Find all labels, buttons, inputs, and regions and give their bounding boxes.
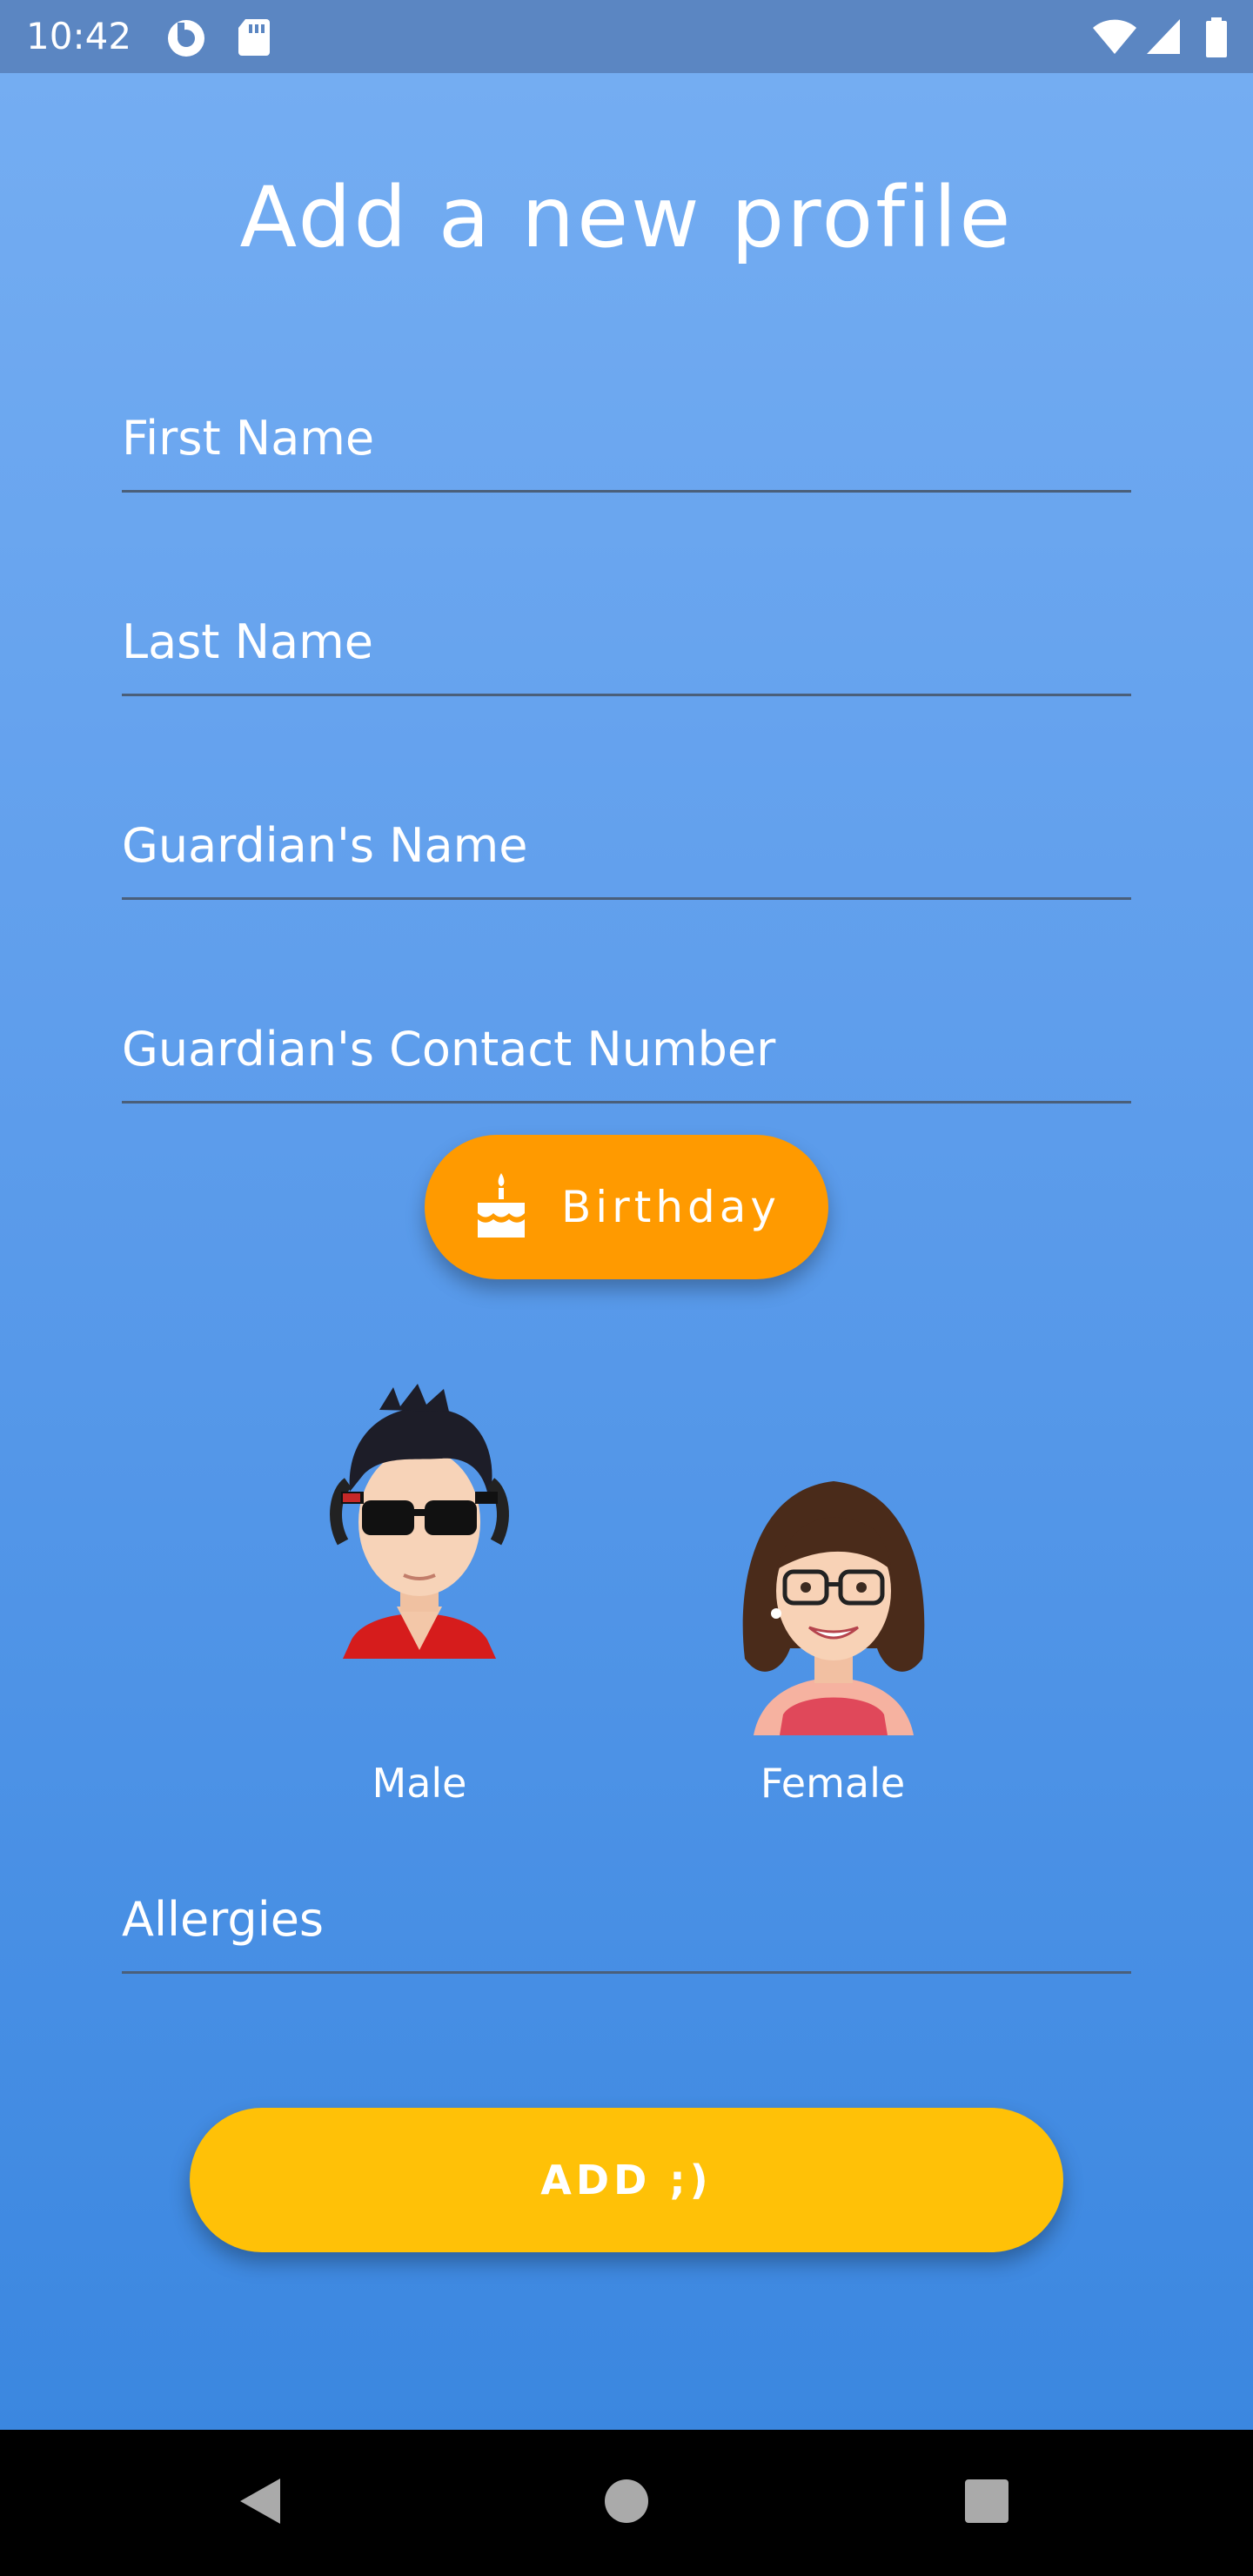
cake-icon [472, 1171, 530, 1243]
birthday-button[interactable]: Birthday [425, 1135, 828, 1279]
female-avatar[interactable] [727, 1466, 940, 1739]
female-label: Female [760, 1760, 906, 1807]
last-name-field[interactable]: Last Name [122, 594, 1131, 696]
wifi-icon [1091, 17, 1138, 59]
recents-icon[interactable] [964, 2479, 1009, 2527]
birthday-label: Birthday [560, 1182, 781, 1232]
add-profile-screen: Add a new profile First Name Last Name G… [0, 73, 1253, 2430]
page-title: Add a new profile [239, 169, 1014, 266]
sd-card-icon [237, 17, 271, 61]
back-icon[interactable] [237, 2475, 284, 2531]
allergies-field[interactable]: Allergies [122, 1871, 1131, 1974]
guardian-contact-placeholder: Guardian's Contact Number [122, 1022, 776, 1077]
status-time: 10:42 [26, 15, 132, 57]
add-button[interactable]: ADD ;) [190, 2108, 1063, 2252]
guardian-name-placeholder: Guardian's Name [122, 818, 528, 873]
male-label: Male [372, 1760, 467, 1807]
first-name-field[interactable]: First Name [122, 390, 1131, 493]
status-bar: 10:42 [0, 0, 1253, 73]
allergies-placeholder: Allergies [122, 1892, 325, 1947]
battery-icon [1204, 17, 1229, 61]
add-button-label: ADD ;) [540, 2157, 713, 2204]
last-name-placeholder: Last Name [122, 614, 373, 669]
home-icon[interactable] [604, 2479, 649, 2527]
guardian-name-field[interactable]: Guardian's Name [122, 797, 1131, 900]
data-saver-icon [165, 17, 207, 63]
male-avatar[interactable] [310, 1379, 529, 1669]
signal-icon [1145, 17, 1182, 59]
first-name-placeholder: First Name [122, 411, 375, 466]
navigation-bar [0, 2430, 1253, 2576]
guardian-contact-field[interactable]: Guardian's Contact Number [122, 1001, 1131, 1104]
